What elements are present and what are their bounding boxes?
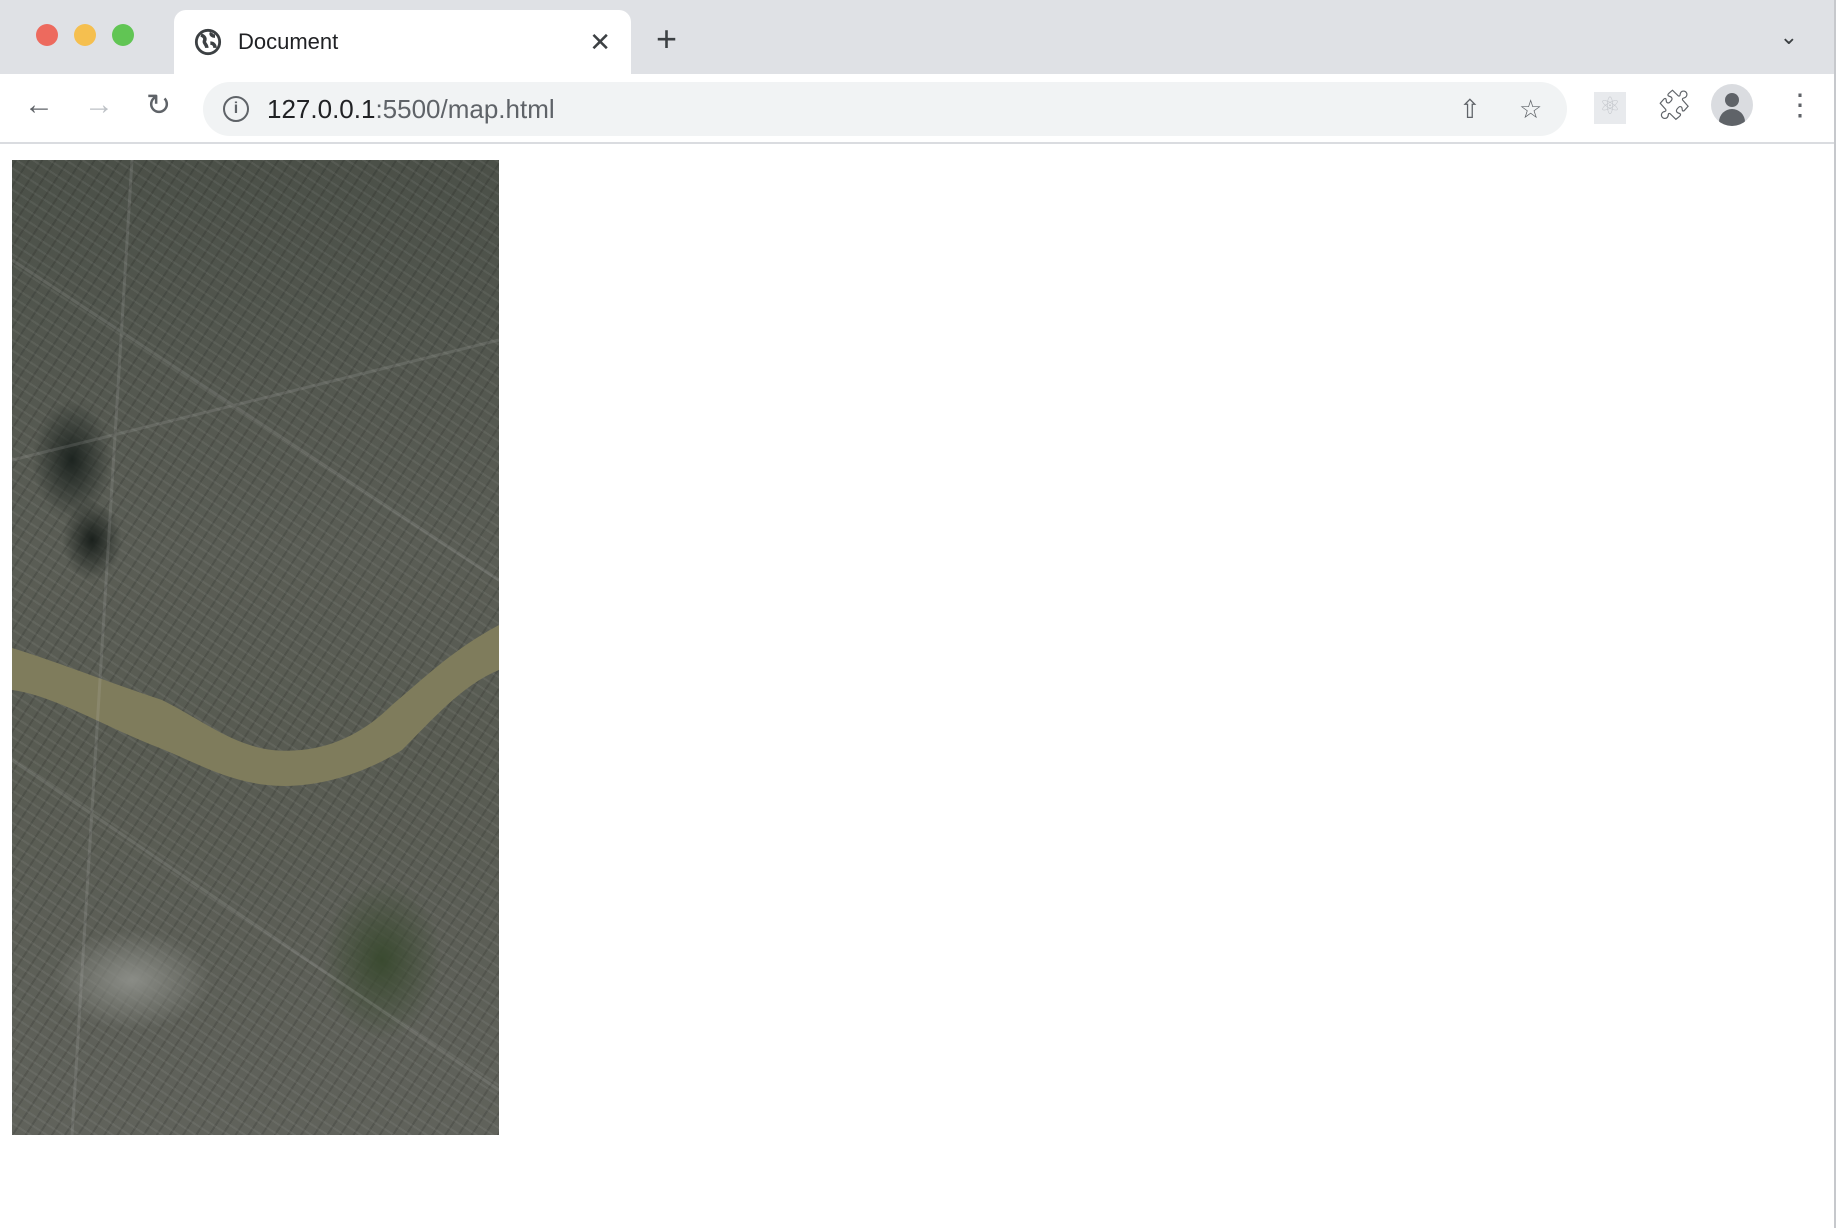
tab-strip: Document ✕ + ⌄ [0,0,1836,74]
react-extension-icon[interactable]: ⚛ [1594,92,1626,124]
river-shape [12,160,499,1135]
window-close-button[interactable] [36,24,58,46]
toolbar: ← → ↻ i 127.0.0.1:5500/map.html ⇧ ☆ ⚛ 🧩︎… [0,74,1836,144]
url-host: 127.0.0.1 [267,93,376,124]
url-text[interactable]: 127.0.0.1:5500/map.html [267,94,555,125]
profile-avatar-icon[interactable] [1711,84,1753,126]
url-path: :5500/map.html [375,93,555,124]
share-icon[interactable]: ⇧ [1459,94,1481,125]
tab-title: Document [238,29,339,54]
menu-kebab-icon[interactable]: ⋮ [1785,88,1815,123]
reload-icon[interactable]: ↻ [146,88,171,123]
info-icon[interactable]: i [223,96,249,122]
star-icon[interactable]: ☆ [1519,94,1542,125]
close-icon[interactable]: ✕ [589,27,611,58]
forward-arrow-icon[interactable]: → [84,88,114,122]
globe-icon [194,28,222,56]
tab-document[interactable]: Document ✕ [174,10,631,74]
back-arrow-icon[interactable]: ← [24,88,54,122]
chevron-down-icon[interactable]: ⌄ [1780,24,1798,50]
window-minimize-button[interactable] [74,24,96,46]
address-bar[interactable]: i 127.0.0.1:5500/map.html ⇧ ☆ [203,82,1567,136]
satellite-map-image[interactable] [12,160,499,1135]
new-tab-button[interactable]: + [656,18,677,60]
puzzle-extension-icon[interactable]: 🧩︎ [1655,88,1693,123]
window-maximize-button[interactable] [112,24,134,46]
